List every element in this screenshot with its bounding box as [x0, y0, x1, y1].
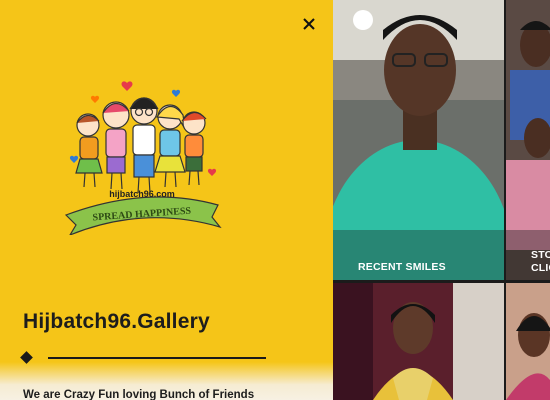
tile-gutter — [333, 280, 550, 283]
gallery-tile-recent-smiles[interactable]: RECENT SMILES — [333, 0, 504, 280]
site-logo[interactable]: hijbatch96.com SPREAD HAPPINESS — [60, 75, 225, 235]
happiness-banner: SPREAD HAPPINESS — [64, 196, 222, 235]
gallery-tile-photo-3[interactable] — [333, 283, 504, 400]
divider-line — [48, 357, 266, 359]
tile-photo — [506, 0, 550, 280]
tile-label-line2: CLIC — [531, 262, 550, 274]
close-icon[interactable] — [298, 13, 320, 35]
gallery-tile-photo-4[interactable] — [506, 283, 550, 400]
side-menu-panel: hijbatch96.com SPREAD HAPPINESS Hijbatch… — [0, 0, 333, 400]
tile-photo — [333, 0, 504, 280]
tile-photo — [506, 283, 550, 400]
tile-label: RECENT SMILES — [358, 261, 446, 273]
tile-label-line1: STO — [531, 249, 550, 261]
site-tagline: We are Crazy Fun loving Bunch of Friends — [23, 389, 255, 400]
gallery-tile-stories[interactable]: STO CLIC — [506, 0, 550, 280]
site-title: Hijbatch96.Gallery — [23, 310, 210, 333]
tile-gutter — [504, 0, 506, 400]
friends-illustration — [75, 97, 207, 194]
tile-photo — [333, 283, 504, 400]
